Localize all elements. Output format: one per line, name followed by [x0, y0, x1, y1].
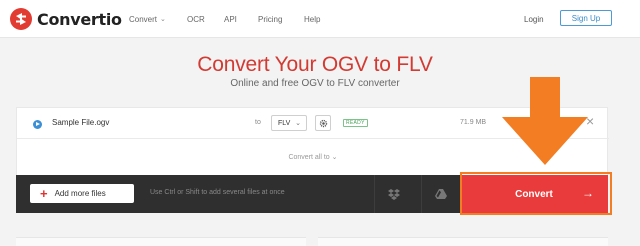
add-files-button[interactable]: + Add more files — [30, 184, 134, 203]
status-badge: READY — [343, 119, 368, 127]
nav-ocr[interactable]: OCR — [187, 0, 205, 38]
file-size: 71.9 MB — [460, 119, 487, 126]
nav-convert[interactable]: Convert ⌄ — [129, 0, 166, 38]
dropbox-icon — [387, 188, 400, 200]
google-drive-button[interactable] — [421, 175, 459, 213]
info-card — [318, 237, 608, 246]
nav-api[interactable]: API — [224, 0, 237, 38]
format-value: FLV — [278, 119, 291, 127]
play-icon[interactable] — [33, 120, 42, 129]
plus-icon: + — [40, 186, 48, 201]
google-drive-icon — [434, 189, 447, 199]
gear-icon — [319, 119, 327, 127]
page-title: Convert Your OGV to FLV — [197, 53, 433, 76]
caret-down-icon: ⌄ — [160, 16, 166, 23]
info-card — [16, 237, 306, 246]
upload-hint: Use Ctrl or Shift to add several files a… — [150, 189, 285, 196]
to-label: to — [255, 119, 261, 126]
add-files-label: Add more files — [54, 189, 106, 198]
file-name: Sample File.ogv — [52, 118, 110, 127]
brand-name: Convertio — [37, 9, 122, 29]
settings-button[interactable] — [315, 115, 331, 131]
brand-logo[interactable]: Convertio — [10, 8, 122, 30]
nav-convert-label: Convert — [129, 14, 158, 24]
arrow-down-icon — [502, 77, 588, 165]
nav-pricing[interactable]: Pricing — [258, 0, 282, 38]
nav-help[interactable]: Help — [304, 0, 320, 38]
convert-all-label: Convert all to — [288, 154, 330, 161]
login-link[interactable]: Login — [524, 0, 544, 38]
chevron-down-icon: ⌄ — [331, 154, 338, 161]
dropbox-button[interactable] — [374, 175, 412, 213]
top-header: Convertio Convert ⌄ OCR API Pricing Help… — [0, 0, 640, 38]
chevron-down-icon: ⌄ — [295, 120, 301, 127]
format-select[interactable]: FLV ⌄ — [271, 115, 307, 131]
signup-button[interactable]: Sign Up — [560, 10, 612, 26]
logo-icon — [10, 8, 32, 30]
convert-highlight-box — [460, 172, 612, 215]
